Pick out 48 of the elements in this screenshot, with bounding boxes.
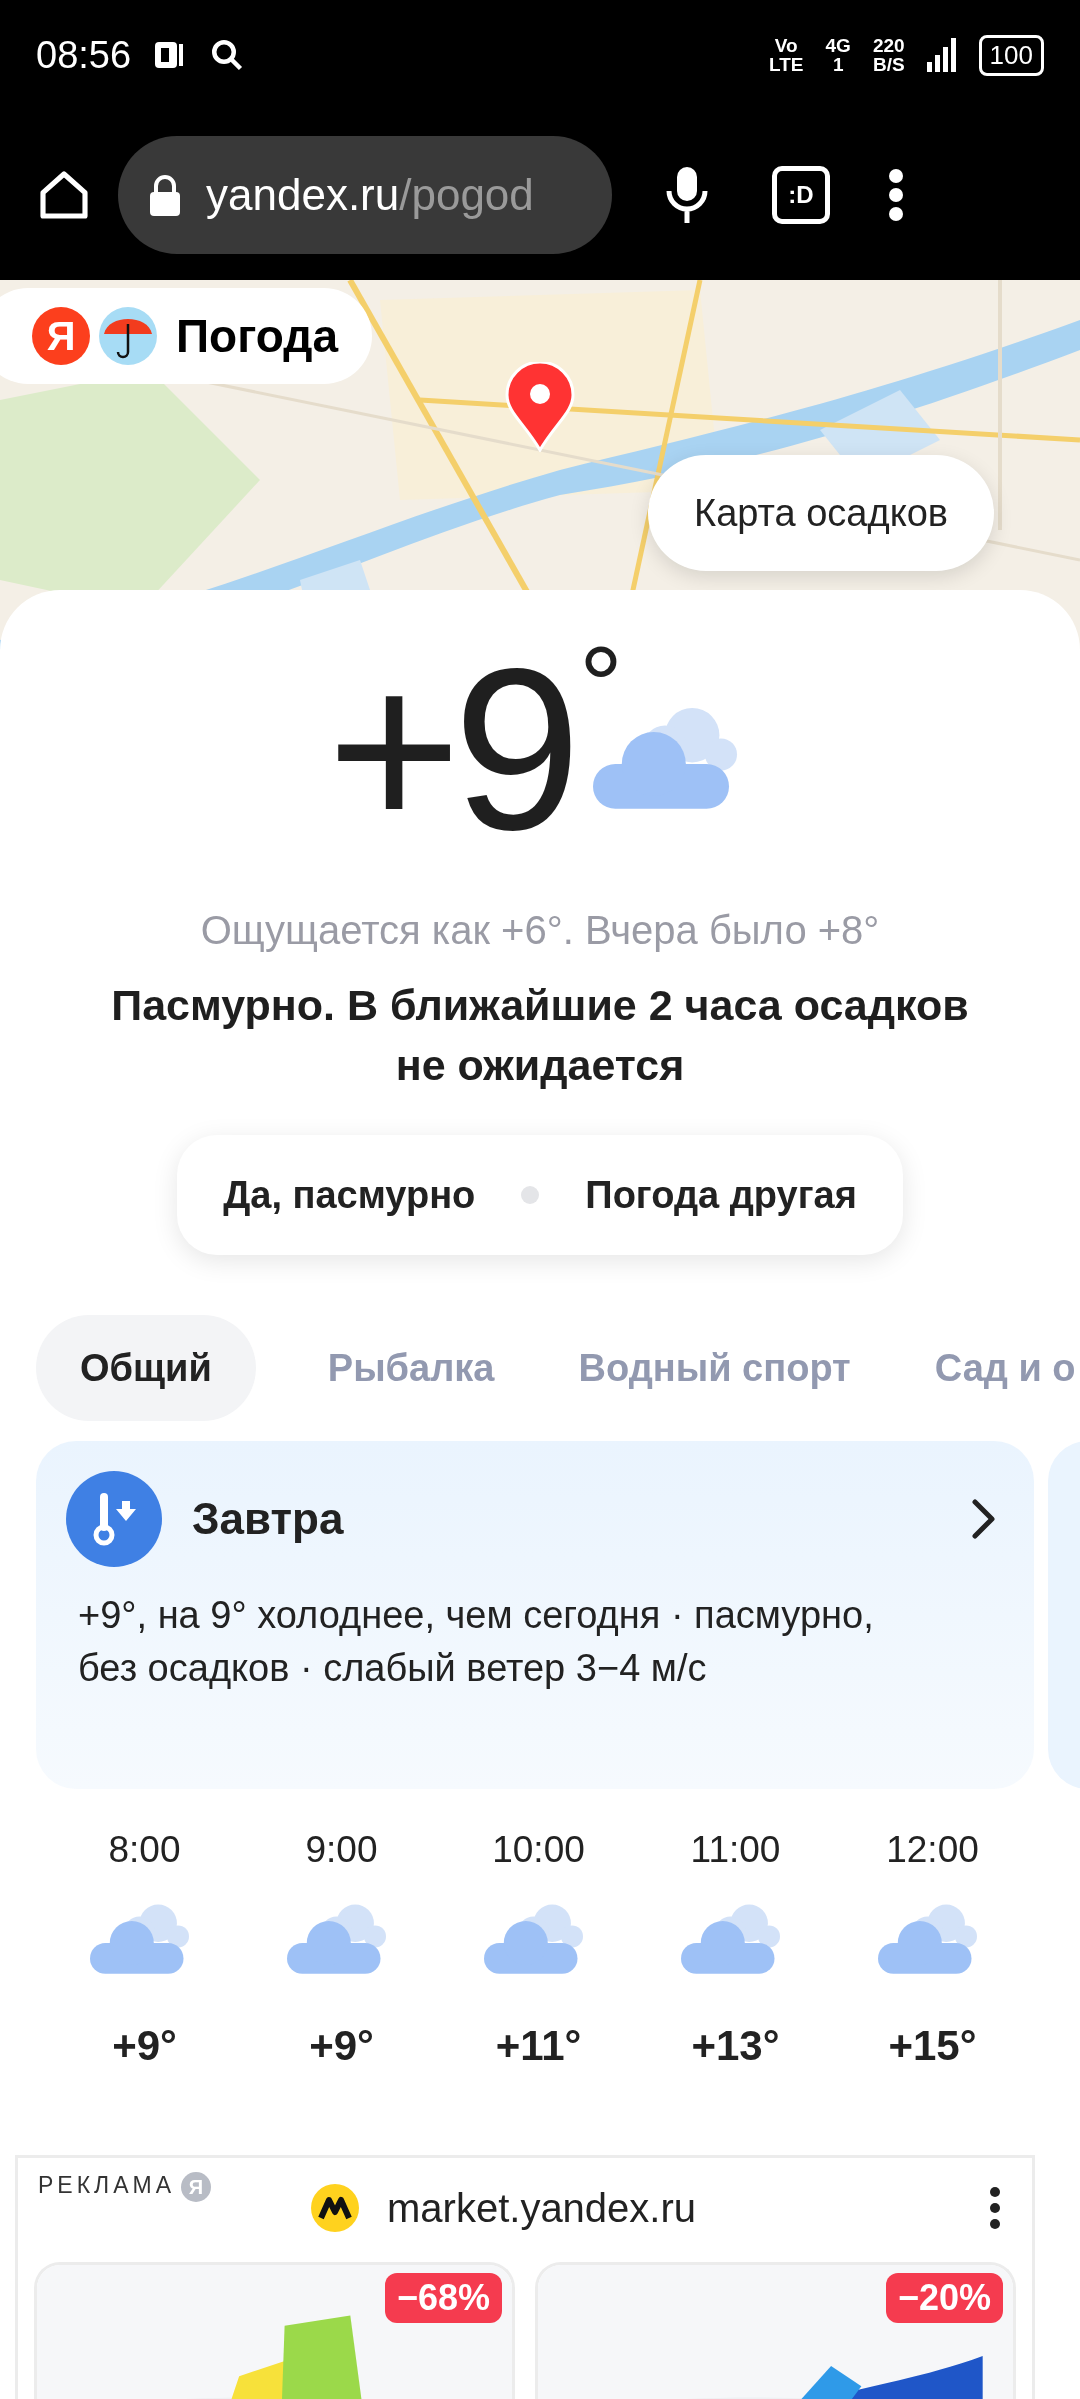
network-indicator: 4G 1 [825, 36, 851, 74]
forecast-title: Завтра [192, 1494, 345, 1544]
forecast-card[interactable]: Завтра +9°, на 9° холоднее, чем сегодня · пасмурно, без осадков · слабый ветер 3−4 м/с [36, 1441, 1034, 1789]
hour-temperature: +9° [309, 2021, 374, 2070]
logo-header[interactable]: Я Погода [0, 288, 372, 384]
hour-time: 8:00 [108, 1829, 181, 1871]
degree-sign: ° [579, 630, 624, 740]
hour-time: 9:00 [305, 1829, 378, 1871]
status-time: 08:56 [36, 33, 132, 77]
feedback-button[interactable]: Да, пасмурно [217, 1172, 482, 1218]
network-indicator: Vo LTE [769, 36, 804, 74]
logo-letter: Я [32, 307, 90, 365]
precipitation-map-button[interactable]: Карта осадков [648, 455, 995, 571]
hour-time: 12:00 [886, 1829, 979, 1871]
ad-badge: Я [181, 2172, 211, 2202]
feels-like-text: Ощущается как +6°. Вчера было +8° [200, 908, 880, 953]
product-card[interactable]: −68% [34, 2262, 515, 2399]
chevron-right-icon [970, 1497, 998, 1541]
more-icon[interactable] [988, 2186, 1002, 2230]
signal-icon [926, 38, 957, 72]
thermometer-down-icon [66, 1471, 162, 1567]
feedback-button[interactable]: Погода другая [579, 1172, 863, 1218]
discount-badge: −68% [384, 2273, 502, 2323]
hour-temperature: +13° [691, 2021, 780, 2070]
network-indicator: 220 B/S [872, 36, 905, 74]
separator-dot [521, 1186, 540, 1204]
condition-text: Пасмурно. В ближайшие 2 часа осадков не ожидается [110, 980, 970, 1091]
hour-time: 10:00 [492, 1829, 585, 1871]
ad-domain[interactable]: market.yandex.ru [387, 2185, 697, 2231]
product-card[interactable]: −20% [535, 2262, 1016, 2399]
tabs-button[interactable]: :D [772, 166, 830, 224]
market-logo-icon [311, 2184, 359, 2232]
hour-temperature: +11° [495, 2021, 582, 2070]
url-field[interactable]: yandex.ru/pogod [118, 136, 612, 254]
ad-label: РЕКЛАМА [38, 2172, 175, 2199]
forecast-text: +9°, на 9° холоднее, чем сегодня · пасмурно, без осадков · слабый ветер 3−4 м/с [77, 1593, 875, 1691]
hour-temperature: +9° [112, 2021, 177, 2070]
location-pin-icon [505, 362, 575, 452]
current-temperature: +9 [326, 630, 574, 870]
category-tab[interactable]: Общий [36, 1315, 256, 1421]
menu-icon[interactable] [888, 169, 904, 221]
umbrella-icon [98, 306, 158, 366]
hour-temperature: +15° [888, 2021, 977, 2070]
hour-time: 11:00 [690, 1829, 781, 1871]
discount-badge: −20% [885, 2273, 1003, 2323]
lock-icon [148, 174, 182, 216]
battery-indicator: 100 [978, 34, 1044, 76]
logo-title: Погода [176, 309, 338, 363]
